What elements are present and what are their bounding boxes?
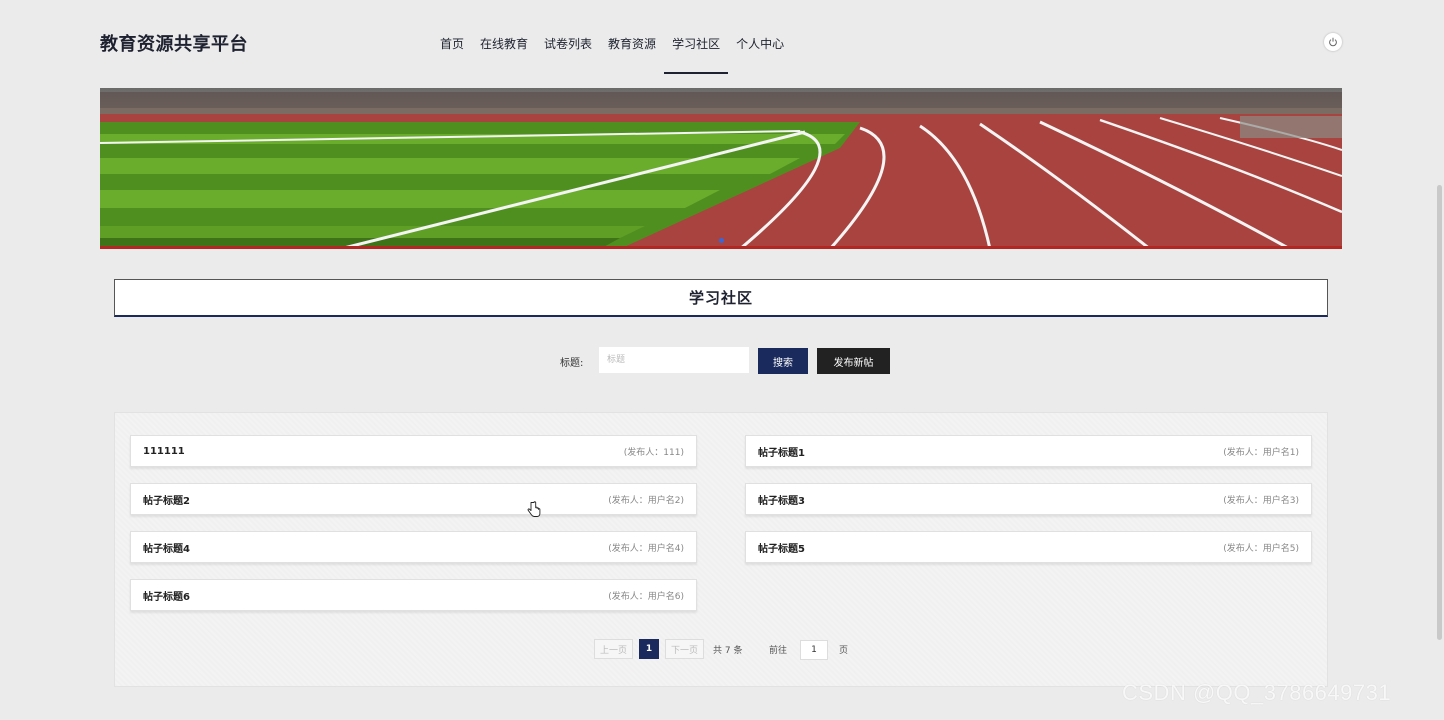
- nav-education-resources[interactable]: 教育资源: [600, 24, 664, 66]
- next-page-button[interactable]: 下一页: [665, 639, 704, 659]
- post-item[interactable]: 帖子标题6 (发布人：用户名6): [130, 579, 697, 611]
- watermark: CSDN @QQ_3786649731: [1122, 680, 1392, 705]
- hand-cursor-icon: [527, 501, 541, 517]
- page-unit-label: 页: [839, 646, 849, 656]
- nav-exam-list[interactable]: 试卷列表: [536, 24, 600, 66]
- power-icon: [1329, 37, 1337, 47]
- post-title: 帖子标题6: [143, 591, 190, 603]
- goto-label: 前往: [769, 646, 788, 656]
- post-author: (发布人：用户名5): [1223, 543, 1299, 554]
- post-author: (发布人：用户名3): [1223, 495, 1299, 506]
- nav-personal-center[interactable]: 个人中心: [728, 24, 792, 66]
- post-item[interactable]: 帖子标题5 (发布人：用户名5): [745, 531, 1312, 563]
- search-input[interactable]: [599, 347, 749, 373]
- post-author: (发布人：用户名4): [608, 543, 684, 554]
- main-nav: 首页 在线教育 试卷列表 教育资源 学习社区 个人中心: [432, 24, 792, 74]
- goto-page-input[interactable]: [800, 640, 828, 660]
- nav-home[interactable]: 首页: [432, 24, 472, 66]
- page-1-button[interactable]: 1: [639, 639, 659, 659]
- banner-carousel[interactable]: [100, 88, 1342, 249]
- logout-button[interactable]: [1324, 33, 1342, 51]
- post-title: 帖子标题4: [143, 543, 190, 555]
- post-title: 帖子标题2: [143, 495, 190, 507]
- post-title: 111111: [143, 445, 185, 457]
- post-item[interactable]: 帖子标题3 (发布人：用户名3): [745, 483, 1312, 515]
- search-label: 标题:: [560, 358, 584, 369]
- page: 教育资源共享平台 首页 在线教育 试卷列表 教育资源 学习社区 个人中心 学习社…: [0, 0, 1444, 720]
- post-author: (发布人：用户名2): [608, 495, 684, 506]
- total-count: 共 7 条: [713, 646, 743, 656]
- section-title: 学习社区: [114, 279, 1328, 317]
- carousel-indicator[interactable]: [719, 238, 724, 243]
- nav-online-education[interactable]: 在线教育: [472, 24, 536, 66]
- post-author: (发布人：111): [623, 447, 684, 458]
- page-scrollbar[interactable]: [1437, 185, 1442, 640]
- post-title: 帖子标题1: [758, 447, 805, 459]
- nav-learning-community[interactable]: 学习社区: [664, 24, 729, 74]
- post-title: 帖子标题3: [758, 495, 805, 507]
- post-title: 帖子标题5: [758, 543, 805, 555]
- post-item[interactable]: 帖子标题2 (发布人：用户名2): [130, 483, 697, 515]
- post-item[interactable]: 帖子标题1 (发布人：用户名1): [745, 435, 1312, 467]
- post-item[interactable]: 帖子标题4 (发布人：用户名4): [130, 531, 697, 563]
- post-author: (发布人：用户名6): [608, 591, 684, 602]
- publish-post-button[interactable]: 发布新帖: [817, 348, 890, 374]
- banner-image: [100, 88, 1342, 249]
- post-author: (发布人：用户名1): [1223, 447, 1299, 458]
- site-logo[interactable]: 教育资源共享平台: [100, 30, 248, 56]
- search-button[interactable]: 搜索: [758, 348, 808, 374]
- post-item[interactable]: 111111 (发布人：111): [130, 435, 697, 467]
- prev-page-button[interactable]: 上一页: [594, 639, 633, 659]
